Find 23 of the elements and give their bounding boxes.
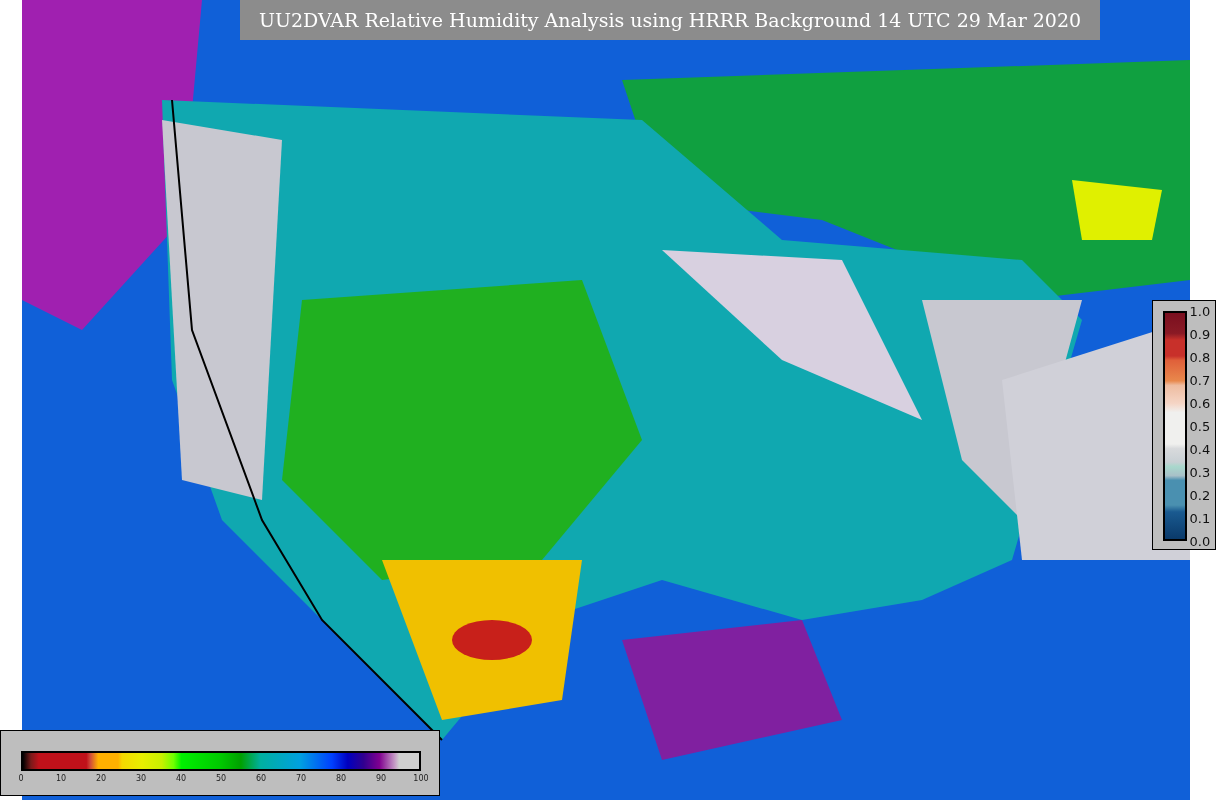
tick-label: 0.2 [1189,488,1211,502]
tick-label: 0 [18,775,24,783]
tick-label: 0.8 [1189,350,1211,364]
tick-label: 90 [375,775,387,783]
tick-label: 0.4 [1189,442,1211,456]
tick-label: 20 [95,775,107,783]
tick-label: 60 [255,775,267,783]
tick-label: 0.7 [1189,373,1211,387]
tick-label: 0.1 [1189,511,1211,525]
tick-label: 50 [215,775,227,783]
tick-label: 10 [55,775,67,783]
tick-label: 0.6 [1189,396,1211,410]
tick-label: 100 [413,775,429,783]
tick-label: 40 [175,775,187,783]
title-banner: UU2DVAR Relative Humidity Analysis using HRRR Background 14 UTC 29 Mar 2020 [240,0,1100,40]
tick-label: 0.5 [1189,419,1211,433]
tick-label: 1.0 [1189,304,1211,318]
tick-label: 30 [135,775,147,783]
tick-label: 70 [295,775,307,783]
tick-label: 80 [335,775,347,783]
tick-label: 0.3 [1189,465,1211,479]
tick-label: 0.0 [1189,534,1211,548]
tick-label: 0.9 [1189,327,1211,341]
